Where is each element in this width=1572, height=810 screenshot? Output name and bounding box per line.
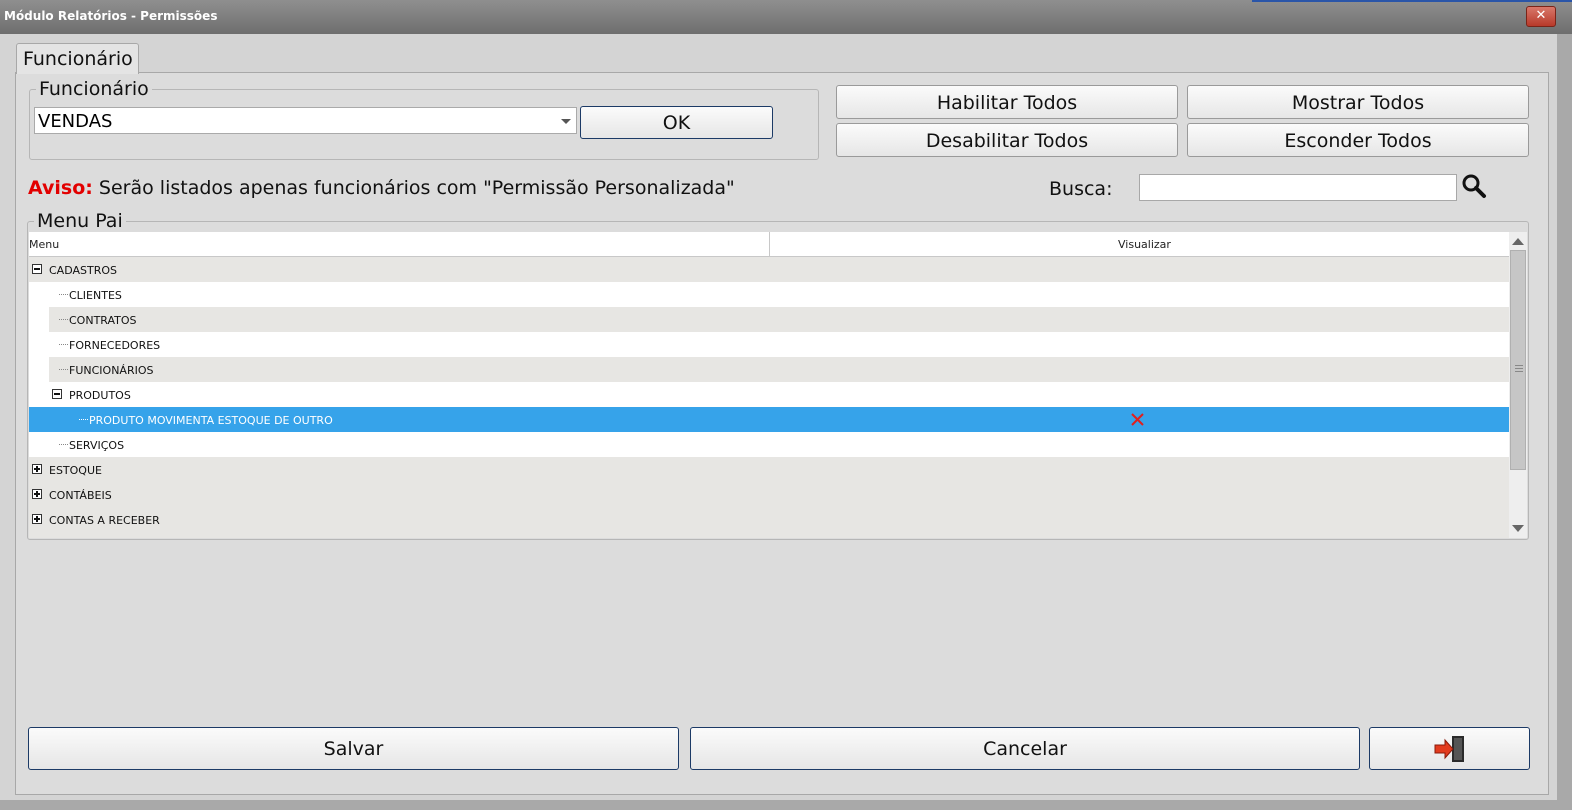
tree-row-label: ESTOQUE	[49, 464, 102, 477]
exit-door-icon	[1434, 736, 1464, 762]
tree-row-partial[interactable]	[29, 532, 1509, 538]
column-header-menu-label: Menu	[29, 238, 60, 251]
title-bar: Módulo Relatórios - Permissões ✕	[0, 0, 1572, 34]
search-input[interactable]	[1139, 174, 1457, 201]
tree-row-label: CLIENTES	[69, 289, 122, 302]
title-accent	[1252, 0, 1572, 2]
tree-row-produtos[interactable]: PRODUTOS	[29, 382, 1509, 407]
window-title: Módulo Relatórios - Permissões	[4, 9, 218, 23]
grip-icon	[1515, 371, 1523, 372]
tree-row-label: CONTAS A RECEBER	[49, 514, 160, 527]
tree-connector	[79, 419, 88, 420]
tree-connector	[59, 344, 68, 345]
scroll-down-icon[interactable]	[1512, 525, 1524, 532]
esconder-todos-label: Esconder Todos	[1284, 130, 1432, 152]
search-label: Busca:	[1049, 178, 1113, 200]
expand-icon[interactable]	[32, 464, 42, 474]
tree-row-produto-movimenta-estoque[interactable]: PRODUTO MOVIMENTA ESTOQUE DE OUTRO	[29, 407, 1509, 432]
window-frame-right	[1557, 34, 1572, 810]
ok-button[interactable]: OK	[580, 106, 773, 139]
column-header-menu[interactable]: Menu	[29, 232, 770, 256]
tree-connector	[59, 319, 68, 320]
tree-row-cadastros[interactable]: CADASTROS	[29, 257, 1509, 282]
ok-button-label: OK	[662, 112, 691, 134]
funcionario-select-value: VENDAS	[38, 111, 113, 132]
tree-connector	[59, 294, 68, 295]
salvar-button-label: Salvar	[323, 738, 384, 760]
menu-pai-legend: Menu Pai	[37, 210, 123, 232]
desabilitar-todos-label: Desabilitar Todos	[925, 130, 1089, 152]
x-icon[interactable]	[1130, 412, 1145, 427]
tab-funcionario[interactable]: Funcionário	[16, 43, 139, 74]
vertical-scrollbar[interactable]	[1509, 232, 1527, 538]
tree-row-label: CONTRATOS	[69, 314, 137, 327]
funcionario-legend: Funcionário	[39, 78, 149, 100]
habilitar-todos-button[interactable]: Habilitar Todos	[836, 85, 1178, 119]
funcionario-select[interactable]: VENDAS	[34, 107, 577, 134]
expand-icon[interactable]	[32, 489, 42, 499]
tree-row-label: FORNECEDORES	[69, 339, 161, 352]
cancelar-button-label: Cancelar	[983, 738, 1067, 760]
habilitar-todos-label: Habilitar Todos	[936, 92, 1078, 114]
close-button[interactable]: ✕	[1526, 6, 1556, 27]
tree-row-contratos[interactable]: CONTRATOS	[29, 307, 1509, 332]
tab-label: Funcionário	[23, 48, 133, 70]
cancelar-button[interactable]: Cancelar	[690, 727, 1360, 770]
tree-row-fornecedores[interactable]: FORNECEDORES	[29, 332, 1509, 357]
tree-row-estoque[interactable]: ESTOQUE	[29, 457, 1509, 482]
grip-icon	[1515, 368, 1523, 369]
exit-button[interactable]	[1369, 727, 1530, 770]
collapse-icon[interactable]	[52, 389, 62, 399]
tree-row-label: CADASTROS	[49, 264, 117, 277]
scroll-up-icon[interactable]	[1512, 238, 1524, 245]
tree-row-label: PRODUTOS	[69, 389, 131, 402]
grid-header: Menu Visualizar	[29, 232, 1509, 257]
tree-connector	[59, 444, 68, 445]
desabilitar-todos-button[interactable]: Desabilitar Todos	[836, 123, 1178, 157]
grip-icon	[1515, 365, 1523, 366]
warning-text: Serão listados apenas funcionários com "…	[92, 177, 735, 199]
chevron-down-icon[interactable]	[561, 119, 571, 124]
expand-icon[interactable]	[32, 514, 42, 524]
mostrar-todos-button[interactable]: Mostrar Todos	[1187, 85, 1529, 119]
scrollbar-thumb[interactable]	[1510, 250, 1526, 470]
tree-row-label: PRODUTO MOVIMENTA ESTOQUE DE OUTRO	[89, 414, 333, 427]
tree-row-clientes[interactable]: CLIENTES	[29, 282, 1509, 307]
warning-message: Aviso: Serão listados apenas funcionário…	[28, 177, 735, 199]
esconder-todos-button[interactable]: Esconder Todos	[1187, 123, 1529, 157]
salvar-button[interactable]: Salvar	[28, 727, 679, 770]
tree-row-contabeis[interactable]: CONTÁBEIS	[29, 482, 1509, 507]
tree-row-funcionarios[interactable]: FUNCIONÁRIOS	[29, 357, 1509, 382]
tree-row-label: CONTÁBEIS	[49, 489, 112, 502]
tree-row-label: SERVIÇOS	[69, 439, 125, 452]
column-header-visualizar-label[interactable]: Visualizar	[1118, 238, 1171, 251]
window-frame-bottom	[0, 800, 1572, 810]
tree-row-servicos[interactable]: SERVIÇOS	[29, 432, 1509, 457]
warning-prefix: Aviso:	[28, 177, 93, 199]
collapse-icon[interactable]	[32, 264, 42, 274]
tree-row-label: FUNCIONÁRIOS	[69, 364, 154, 377]
tree-connector	[59, 369, 68, 370]
mostrar-todos-label: Mostrar Todos	[1291, 92, 1425, 114]
search-icon[interactable]	[1461, 173, 1487, 199]
menu-tree-grid[interactable]: Menu Visualizar CADASTROS CLIENTES CONTR…	[29, 232, 1509, 538]
tree-row-contas-a-receber[interactable]: CONTAS A RECEBER	[29, 507, 1509, 532]
